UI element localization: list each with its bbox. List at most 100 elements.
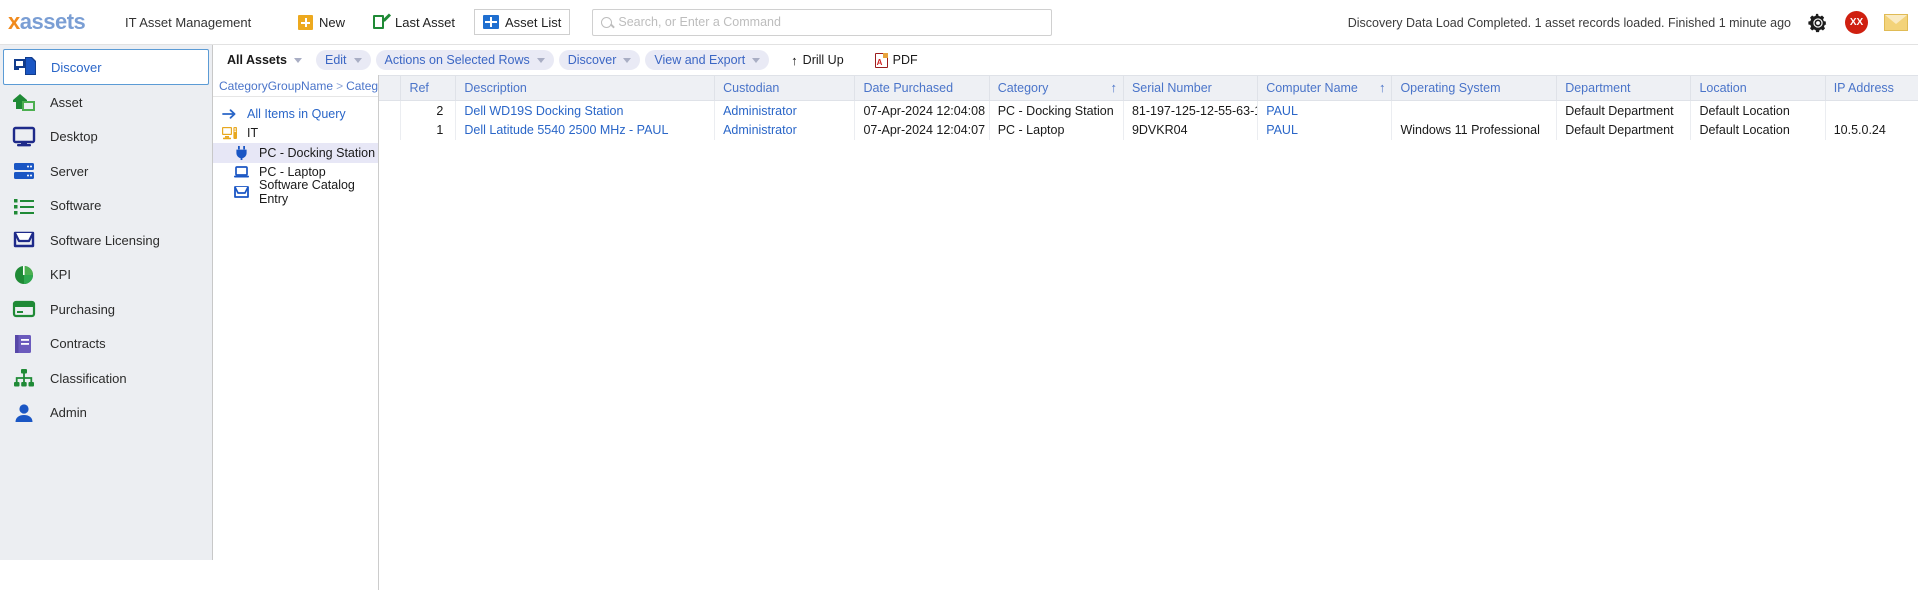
sidebar-item-admin[interactable]: Admin [0, 396, 212, 431]
cell-description[interactable]: Dell Latitude 5540 2500 MHz - PAUL [456, 120, 715, 140]
sidebar-item-software-licensing[interactable]: Software Licensing [0, 223, 212, 258]
category-tree: All Items in Query [213, 97, 378, 202]
cell-date-purchased: 07-Apr-2024 12:04:07 [855, 120, 989, 140]
column-header-custodian[interactable]: Custodian [715, 76, 855, 101]
tree-item-software-catalog-entry[interactable]: Software Catalog Entry [213, 182, 378, 202]
tree-item-label: Software Catalog Entry [259, 178, 378, 206]
sidebar-item-server[interactable]: Server [0, 154, 212, 189]
pie-chart-icon [12, 264, 36, 286]
sidebar-item-contracts[interactable]: Contracts [0, 327, 212, 362]
credit-card-icon [12, 298, 36, 320]
main-area: All Assets Edit Actions on Selected Rows… [213, 45, 1918, 590]
cell-description[interactable]: Dell WD19S Docking Station [456, 101, 715, 121]
cell-category: PC - Laptop [989, 120, 1123, 140]
search-icon [601, 17, 612, 28]
column-header-location[interactable]: Location [1691, 76, 1825, 101]
pdf-button[interactable]: PDF [866, 50, 927, 70]
breadcrumb: CategoryGroupName > CategoryNa ❮ [213, 75, 378, 97]
envelope-icon[interactable] [1884, 14, 1908, 31]
pdf-label: PDF [893, 53, 918, 67]
user-avatar[interactable]: XX [1845, 11, 1868, 34]
column-header-department[interactable]: Department [1557, 76, 1691, 101]
column-header-ip-address[interactable]: IP Address [1825, 76, 1918, 101]
column-header-category-label: Category [998, 81, 1049, 95]
cell-computer-name[interactable]: PAUL [1258, 101, 1392, 121]
last-asset-button[interactable]: Last Asset [364, 9, 464, 35]
cell-computer-name[interactable]: PAUL [1258, 120, 1392, 140]
edit-menu-button[interactable]: Edit [316, 50, 371, 70]
new-button[interactable]: New [289, 9, 354, 35]
description-link[interactable]: Dell WD19S Docking Station [464, 104, 623, 118]
sidebar-item-desktop[interactable]: Desktop [0, 120, 212, 155]
cell-category: PC - Docking Station [989, 101, 1123, 121]
all-assets-selector[interactable]: All Assets [227, 50, 311, 70]
asset-list-button[interactable]: Asset List [474, 9, 570, 35]
chevron-down-icon [623, 58, 631, 63]
logo-x: x [8, 9, 20, 34]
hierarchy-icon [12, 367, 36, 389]
app-logo[interactable]: xassets [8, 9, 113, 35]
view-and-export-button[interactable]: View and Export [645, 50, 769, 70]
new-button-label: New [319, 15, 345, 30]
computer-name-link[interactable]: PAUL [1266, 123, 1298, 137]
drill-up-button[interactable]: ↑ Drill Up [782, 50, 852, 70]
row-selector[interactable] [379, 101, 401, 121]
sidebar-item-label: Discover [51, 60, 102, 75]
column-header-serial-number[interactable]: Serial Number [1123, 76, 1257, 101]
search-box[interactable] [592, 9, 1052, 36]
last-asset-button-label: Last Asset [395, 15, 455, 30]
sidebar-item-kpi[interactable]: KPI [0, 258, 212, 293]
top-button-group: New Last Asset Asset List [289, 9, 570, 35]
custodian-link[interactable]: Administrator [723, 104, 797, 118]
arrow-up-icon: ↑ [791, 53, 798, 68]
tray-icon [233, 184, 250, 200]
tree-item-label: IT [247, 126, 258, 140]
search-input[interactable] [618, 15, 1043, 29]
sidebar-item-asset[interactable]: Asset [0, 85, 212, 120]
cell-custodian[interactable]: Administrator [715, 120, 855, 140]
row-selector[interactable] [379, 120, 401, 140]
sidebar-item-label: KPI [50, 267, 71, 282]
top-bar: xassets IT Asset Management New Last Ass… [0, 0, 1918, 45]
column-header-date-purchased[interactable]: Date Purchased [855, 76, 989, 101]
drill-up-label: Drill Up [803, 53, 844, 67]
sidebar-item-purchasing[interactable]: Purchasing [0, 292, 212, 327]
sidebar-item-discover[interactable]: Discover [3, 49, 209, 85]
breadcrumb-group[interactable]: CategoryGroupName [219, 79, 333, 93]
cell-location: Default Location [1691, 101, 1825, 121]
actions-on-selected-rows-button[interactable]: Actions on Selected Rows [376, 50, 554, 70]
table-row[interactable]: 2 Dell WD19S Docking Station Administrat… [379, 101, 1918, 121]
custodian-link[interactable]: Administrator [723, 123, 797, 137]
desktop-monitor-icon [12, 126, 36, 148]
table-row[interactable]: 1 Dell Latitude 5540 2500 MHz - PAUL Adm… [379, 120, 1918, 140]
cell-serial-number: 9DVKR04 [1123, 120, 1257, 140]
sidebar-item-software[interactable]: Software [0, 189, 212, 224]
computer-name-link[interactable]: PAUL [1266, 104, 1298, 118]
tree-item-pc-docking-station[interactable]: PC - Docking Station [213, 143, 378, 163]
tree-item-it[interactable]: IT [213, 124, 378, 144]
column-header-computer-name[interactable]: Computer Name↑ [1258, 76, 1392, 101]
cell-custodian[interactable]: Administrator [715, 101, 855, 121]
sidebar-item-classification[interactable]: Classification [0, 361, 212, 396]
breadcrumb-category[interactable]: CategoryNa [346, 79, 378, 93]
row-select-header [379, 76, 401, 101]
column-header-description[interactable]: Description [456, 76, 715, 101]
grid-icon [483, 15, 499, 29]
description-link[interactable]: Dell Latitude 5540 2500 MHz - PAUL [464, 123, 668, 137]
tree-item-label: All Items in Query [247, 107, 346, 121]
sidebar-item-label: Contracts [50, 336, 106, 351]
status-message: Discovery Data Load Completed. 1 asset r… [1348, 16, 1791, 30]
sidebar-item-label: Server [50, 164, 88, 179]
cell-department: Default Department [1557, 101, 1691, 121]
gear-icon[interactable] [1807, 12, 1829, 34]
server-rack-icon [12, 160, 36, 182]
column-header-operating-system[interactable]: Operating System [1392, 76, 1557, 101]
laptop-icon [233, 164, 250, 180]
cell-department: Default Department [1557, 120, 1691, 140]
column-header-category[interactable]: Category↑ [989, 76, 1123, 101]
tree-item-all-items-in-query[interactable]: All Items in Query [213, 104, 378, 124]
cell-ref: 1 [401, 120, 456, 140]
column-header-ref[interactable]: Ref [401, 76, 456, 101]
asset-table-container[interactable]: Ref Description Custodian Date Purchased… [379, 75, 1918, 590]
discover-menu-button[interactable]: Discover [559, 50, 641, 70]
